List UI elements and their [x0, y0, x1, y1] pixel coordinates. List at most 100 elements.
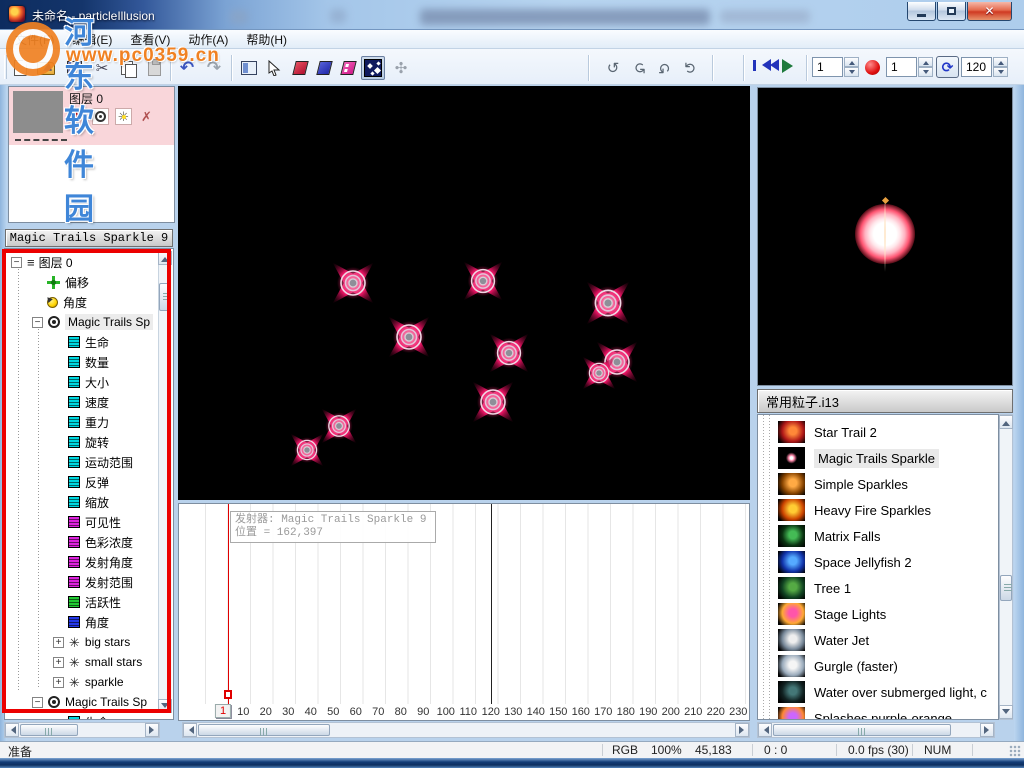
resize-grip[interactable] — [1009, 745, 1021, 757]
collapse-icon[interactable]: − — [32, 317, 43, 328]
library-horizontal-scrollbar[interactable] — [757, 722, 995, 738]
tree-item[interactable]: 缩放 — [5, 492, 160, 512]
stage-canvas[interactable] — [178, 86, 750, 500]
nudge-right-button[interactable]: ↺ — [678, 56, 702, 80]
frame-down-button[interactable] — [844, 67, 859, 77]
emitter-name-header[interactable]: Magic Trails Sparkle 9 — [5, 229, 173, 247]
library-item[interactable]: Space Jellyfish 2 — [778, 549, 998, 575]
current-frame-input[interactable] — [812, 57, 843, 77]
open-button[interactable] — [34, 56, 58, 80]
menu-item-3[interactable]: 动作(A) — [179, 29, 237, 50]
library-item[interactable]: Star Trail 2 — [778, 419, 998, 445]
deflector-tool-button[interactable] — [288, 56, 312, 80]
redo-button[interactable]: ↷ — [202, 56, 226, 80]
maximize-button[interactable] — [937, 2, 966, 21]
record-button[interactable] — [865, 60, 880, 75]
tree-item[interactable]: 速度 — [5, 392, 160, 412]
nudge-up-button[interactable]: ↺ — [627, 56, 651, 80]
tree-item[interactable]: −Magic Trails Sp — [5, 312, 160, 332]
timeline-panel[interactable]: 发射器: Magic Trails Sparkle 9 位置 = 162,397… — [178, 503, 750, 721]
library-header[interactable]: 常用粒子.i13 — [757, 389, 1013, 413]
tree-item[interactable]: 偏移 — [5, 272, 160, 292]
new-button[interactable] — [8, 56, 32, 80]
copy-button[interactable] — [116, 56, 140, 80]
scrollbar-thumb[interactable] — [1000, 575, 1012, 601]
tree-item[interactable]: 发射角度 — [5, 552, 160, 572]
nudge-down-button[interactable]: ↺ — [652, 56, 676, 80]
layer-particle-visibility-icon[interactable]: ✳ — [115, 108, 132, 125]
collapse-icon[interactable]: − — [11, 257, 22, 268]
tree-item[interactable]: 生命 — [5, 332, 160, 352]
timeline-horizontal-scrollbar[interactable] — [182, 722, 750, 738]
tree-item[interactable]: 数量 — [5, 352, 160, 372]
start-frame-input[interactable] — [886, 57, 917, 77]
menu-item-1[interactable]: 编辑(E) — [63, 29, 121, 50]
layer-emitter-visibility-icon[interactable] — [92, 108, 109, 125]
scroll-right-button[interactable] — [145, 723, 159, 737]
tree-item[interactable]: 生命 — [5, 712, 160, 720]
scrollbar-thumb[interactable] — [159, 283, 171, 311]
save-button[interactable] — [62, 56, 86, 80]
playhead-line[interactable] — [228, 504, 229, 706]
menu-item-4[interactable]: 帮助(H) — [237, 29, 296, 50]
tree-item[interactable]: +✳sparkle — [5, 672, 160, 692]
tree-item[interactable]: 发射范围 — [5, 572, 160, 592]
library-item[interactable]: Simple Sparkles — [778, 471, 998, 497]
tree-item[interactable]: 重力 — [5, 412, 160, 432]
undo-button[interactable]: ↶ — [175, 56, 199, 80]
end-down-button[interactable] — [993, 67, 1008, 77]
tree-item[interactable]: 角度 — [5, 292, 160, 312]
tree-item[interactable]: 运动范围 — [5, 452, 160, 472]
scroll-down-button[interactable] — [158, 699, 172, 713]
library-vertical-scrollbar[interactable] — [999, 414, 1013, 720]
tree-item[interactable]: 角度 — [5, 612, 160, 632]
expand-icon[interactable]: + — [53, 657, 64, 668]
library-item[interactable]: Matrix Falls — [778, 523, 998, 549]
expand-icon[interactable]: + — [53, 677, 64, 688]
blocker-tool-button[interactable] — [312, 56, 336, 80]
layer-lock-icon[interactable]: ✗ — [138, 108, 155, 125]
cut-button[interactable]: ✂ — [90, 56, 114, 80]
tree-item[interactable]: 可见性 — [5, 512, 160, 532]
minimize-button[interactable] — [907, 2, 936, 21]
loop-button[interactable]: ⟳ — [936, 56, 959, 78]
collapse-icon[interactable]: − — [32, 697, 43, 708]
nudge-left-button[interactable]: ↺ — [601, 56, 625, 80]
scrollbar-thumb[interactable] — [20, 724, 78, 736]
scroll-down-button[interactable] — [999, 705, 1013, 719]
scroll-right-button[interactable] — [735, 723, 749, 737]
tree-item[interactable]: 旋转 — [5, 432, 160, 452]
start-down-button[interactable] — [918, 67, 933, 77]
tree-item[interactable]: −≡图层 0 — [5, 252, 160, 272]
library-item[interactable]: Magic Trails Sparkle — [778, 445, 998, 471]
layer-thumbnail[interactable] — [13, 91, 63, 133]
menu-item-2[interactable]: 查看(V) — [121, 29, 179, 50]
tree-item[interactable]: 反弹 — [5, 472, 160, 492]
library-item[interactable]: Heavy Fire Sparkles — [778, 497, 998, 523]
library-item[interactable]: Tree 1 — [778, 575, 998, 601]
start-up-button[interactable] — [918, 57, 933, 67]
paste-button[interactable] — [142, 56, 166, 80]
scrollbar-thumb[interactable] — [773, 724, 951, 736]
library-item[interactable]: Water Jet — [778, 627, 998, 653]
scroll-up-button[interactable] — [999, 415, 1013, 429]
end-frame-input[interactable] — [961, 57, 992, 77]
tree-vertical-scrollbar[interactable] — [158, 251, 172, 713]
tree-item[interactable]: 活跃性 — [5, 592, 160, 612]
expand-icon[interactable]: + — [53, 637, 64, 648]
tree-item[interactable]: 色彩浓度 — [5, 532, 160, 552]
emitter-tool-button-active[interactable] — [361, 56, 385, 80]
stage-button[interactable] — [237, 56, 261, 80]
frame-up-button[interactable] — [844, 57, 859, 67]
tree-item[interactable]: −Magic Trails Sp — [5, 692, 160, 712]
menu-item-0[interactable]: 文件(F) — [6, 29, 63, 50]
close-button[interactable]: ✕ — [967, 2, 1012, 21]
tree-item[interactable]: +✳small stars — [5, 652, 160, 672]
scroll-left-button[interactable] — [758, 723, 772, 737]
select-tool-button[interactable] — [262, 56, 286, 80]
scroll-left-button[interactable] — [5, 723, 19, 737]
scroll-left-button[interactable] — [183, 723, 197, 737]
scroll-right-button[interactable] — [980, 723, 994, 737]
tree-horizontal-scrollbar[interactable] — [4, 722, 160, 738]
move-tool-button[interactable]: ✣ — [389, 56, 413, 80]
